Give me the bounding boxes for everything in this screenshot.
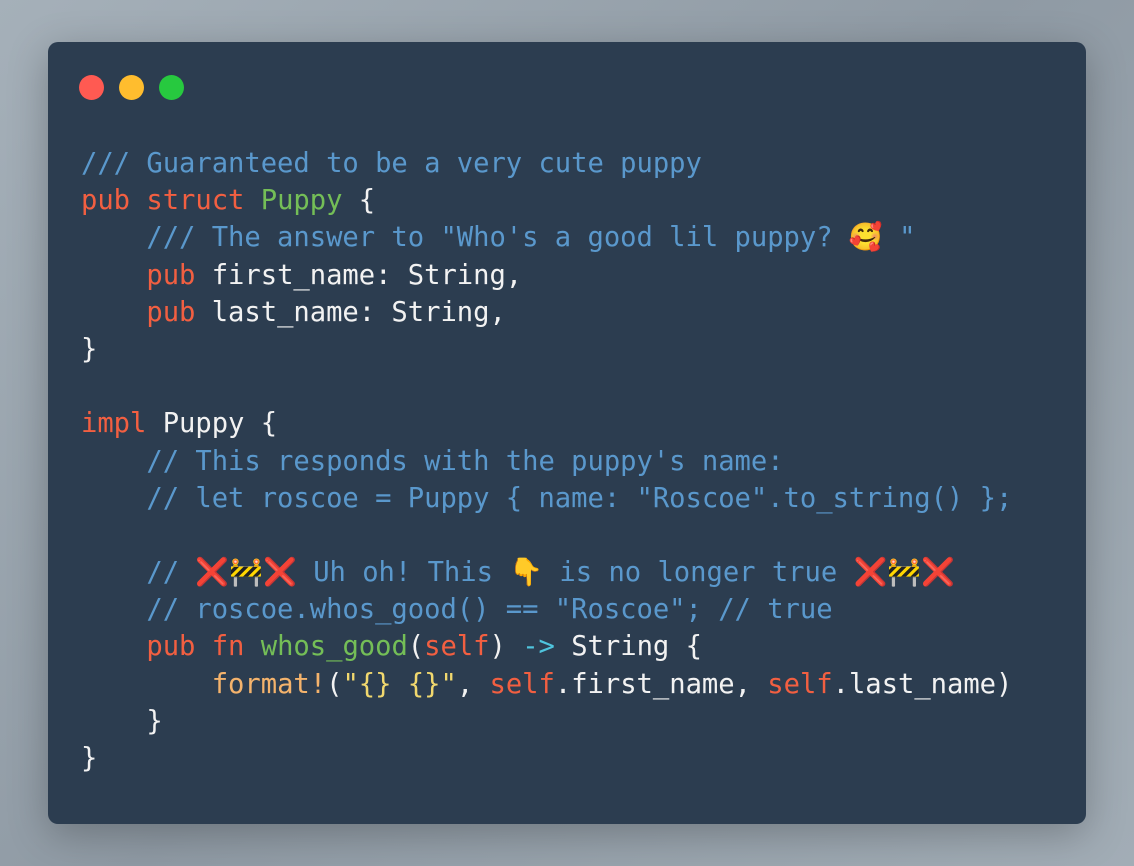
code-token: struct <box>146 185 245 217</box>
code-token: Uh oh! This <box>296 557 510 589</box>
code-token: /// The answer to "Who's a good lil pupp… <box>81 222 849 254</box>
code-block: /// Guaranteed to be a very cute puppy pu… <box>81 145 1012 777</box>
code-token: // This responds with the puppy's name: <box>81 445 784 477</box>
code-line: /// Guaranteed to be a very cute puppy <box>81 145 1012 182</box>
code-token: pub <box>146 259 196 291</box>
code-line: // This responds with the puppy's name: <box>81 443 1012 480</box>
code-token: String { <box>554 631 702 663</box>
code-token: self <box>489 668 555 700</box>
code-token: Puppy <box>260 185 343 217</box>
code-token: // roscoe.whos_good() == "Roscoe"; // tr… <box>81 594 833 626</box>
code-token: first_name: String, <box>195 259 523 291</box>
code-line: } <box>81 331 1012 368</box>
code-token: pub <box>146 631 196 663</box>
emoji-icon: 👇 <box>509 557 544 589</box>
code-token: { <box>342 185 376 217</box>
emoji-icon: ❌ <box>195 557 230 589</box>
emoji-icon: ❌ <box>921 557 956 589</box>
code-token: pub <box>146 296 196 328</box>
code-token: "{} {}" <box>342 668 457 700</box>
code-line: pub first_name: String, <box>81 257 1012 294</box>
code-token: whos_good <box>260 631 408 663</box>
emoji-icon: 🥰 <box>848 222 883 254</box>
code-token: ( <box>326 668 343 700</box>
code-token: } <box>81 743 98 774</box>
close-button[interactable] <box>79 75 104 100</box>
code-token: /// Guaranteed to be a very cute puppy <box>81 148 702 179</box>
code-token: ) <box>489 631 523 663</box>
maximize-button[interactable] <box>159 75 184 100</box>
emoji-icon: 🚧 <box>887 557 922 589</box>
code-token: " <box>882 222 916 254</box>
code-line: pub last_name: String, <box>81 294 1012 331</box>
minimize-button[interactable] <box>119 75 144 100</box>
code-token: format! <box>211 668 327 700</box>
code-token: self <box>767 668 833 700</box>
code-token: pub <box>81 185 131 217</box>
code-token: } <box>81 333 98 365</box>
code-line: pub fn whos_good(self) -> String { <box>81 628 1012 665</box>
code-token: ( <box>407 631 425 663</box>
code-line: } <box>81 740 1012 777</box>
code-token: impl <box>81 408 147 440</box>
code-line: // ❌🚧❌ Uh oh! This 👇 is no longer true ❌… <box>81 554 1012 591</box>
code-token: self <box>424 631 490 663</box>
code-token: last_name: String, <box>195 296 506 328</box>
code-token: // let roscoe = Puppy { name: "Roscoe".t… <box>81 482 1013 514</box>
code-line: // roscoe.whos_good() == "Roscoe"; // tr… <box>81 591 1012 628</box>
code-line: /// The answer to "Who's a good lil pupp… <box>81 219 1012 256</box>
emoji-icon: 🚧 <box>229 557 264 589</box>
code-token: // <box>81 557 196 589</box>
window-controls <box>79 75 184 100</box>
code-token: -> <box>522 631 555 663</box>
code-line: } <box>81 703 1012 740</box>
code-token: .last_name) <box>832 668 1013 700</box>
emoji-icon: ❌ <box>853 557 888 589</box>
code-line: impl Puppy { <box>81 405 1012 442</box>
code-token: } <box>81 705 163 737</box>
code-line: pub struct Puppy { <box>81 182 1012 219</box>
code-token: Puppy { <box>146 408 278 440</box>
emoji-icon: ❌ <box>263 557 297 589</box>
code-window: /// Guaranteed to be a very cute puppy pu… <box>48 42 1086 824</box>
code-line: format!("{} {}", self.first_name, self.l… <box>81 666 1013 703</box>
code-token: is no longer true <box>543 557 854 589</box>
code-line: // let roscoe = Puppy { name: "Roscoe".t… <box>81 480 1012 517</box>
code-token: .first_name, <box>554 668 768 700</box>
code-token: , <box>456 668 490 700</box>
code-token: fn <box>211 631 245 663</box>
